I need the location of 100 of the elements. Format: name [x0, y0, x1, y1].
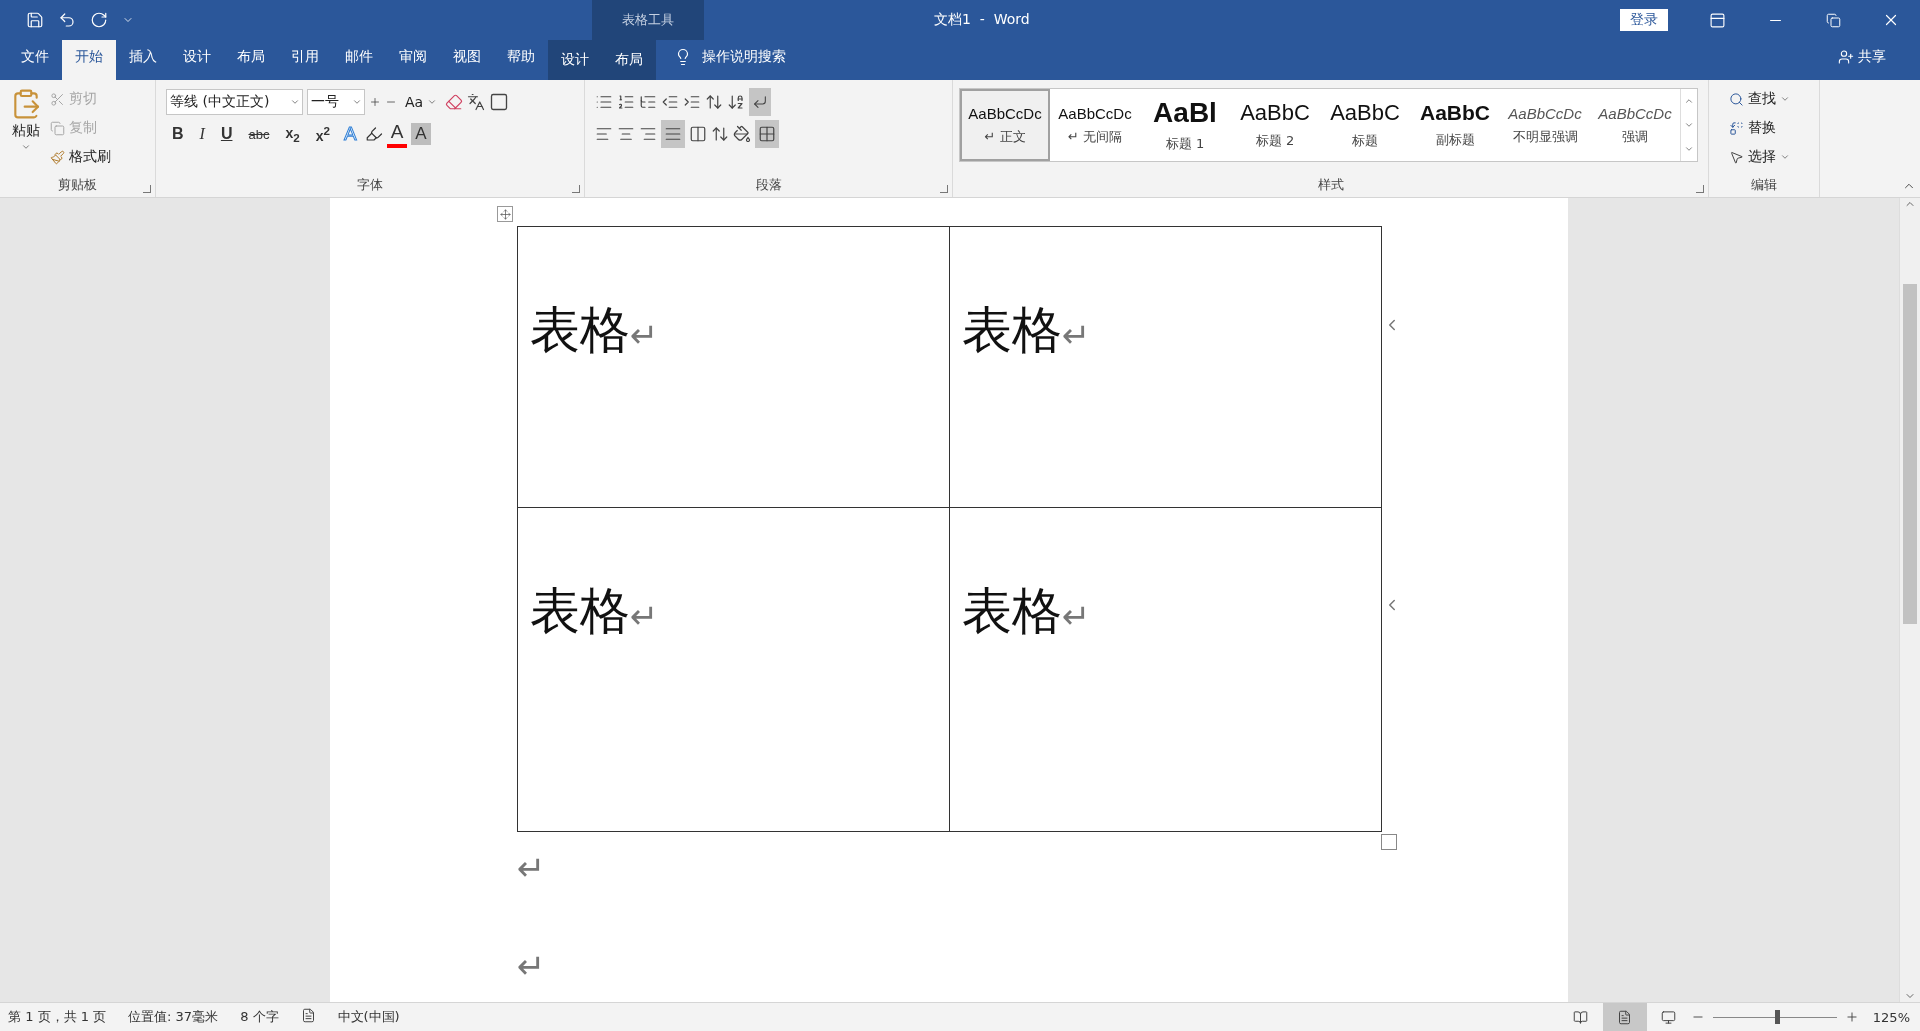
format-button[interactable]: x$^{2}$: [309, 120, 336, 148]
font-name-field[interactable]: 等线 (中文正文): [166, 89, 303, 115]
ribbon-tab[interactable]: 引用: [278, 40, 332, 73]
copy-icon: [50, 120, 65, 136]
eraser-icon[interactable]: [445, 93, 464, 111]
font-color-button[interactable]: A: [386, 120, 408, 148]
monitor-icon: [1661, 1009, 1677, 1025]
language: 中文(中国): [337, 1008, 400, 1026]
ribbon-tab[interactable]: 开始: [62, 40, 116, 80]
dialog-launcher-icon[interactable]: [940, 185, 948, 193]
more-styles-icon[interactable]: [1684, 144, 1694, 154]
caret-icon: [290, 97, 300, 107]
restore-icon[interactable]: [1825, 12, 1841, 28]
shading-icon[interactable]: [733, 125, 751, 143]
position-value: 位置值: 37毫米: [128, 1008, 219, 1026]
paragraph-mark: ↵: [517, 946, 547, 988]
table-resize-handle[interactable]: [1381, 834, 1397, 850]
undo-icon[interactable]: [58, 11, 76, 29]
caret-icon: [21, 142, 31, 152]
select-button[interactable]: 选择: [1725, 144, 1794, 170]
dialog-launcher-icon[interactable]: [1696, 185, 1704, 193]
ribbon-display-icon[interactable]: [1708, 11, 1726, 29]
scissors-icon: [50, 91, 65, 107]
paragraph-mark: ↵: [1062, 315, 1091, 355]
save-icon[interactable]: [26, 11, 44, 29]
align-center-icon[interactable]: [617, 125, 635, 143]
borders-button[interactable]: [755, 120, 779, 148]
person-icon: [1838, 48, 1854, 65]
ribbon-tab[interactable]: 设计: [548, 40, 602, 80]
ribbon-tab[interactable]: 审阅: [386, 40, 440, 73]
group-label: 编辑: [1751, 176, 1777, 194]
scroll-up-icon[interactable]: [1684, 96, 1694, 106]
page-count: 第 1 页，共 1 页: [8, 1008, 107, 1026]
decrease-indent-icon[interactable]: [661, 93, 679, 111]
scroll-down-icon[interactable]: [1684, 120, 1694, 130]
character-border-icon[interactable]: [489, 92, 510, 112]
paste-button[interactable]: 粘贴: [6, 86, 46, 175]
paintbrush-icon: [50, 149, 65, 165]
proofing-icon[interactable]: [300, 1008, 316, 1023]
bullets-icon[interactable]: [595, 93, 613, 111]
move-icon: [499, 208, 511, 220]
format-button[interactable]: x$_{2}$: [279, 120, 306, 148]
multilevel-list-icon[interactable]: [639, 93, 657, 111]
dialog-launcher-icon[interactable]: [572, 185, 580, 193]
grow-font-icon[interactable]: [369, 96, 381, 108]
paragraph-mark: ↵: [630, 596, 659, 636]
ribbon-tab[interactable]: 设计: [170, 40, 224, 73]
zoom-level[interactable]: 125%: [1872, 1009, 1910, 1025]
justify-button[interactable]: [661, 120, 685, 148]
ribbon-tab[interactable]: 视图: [440, 40, 494, 73]
login-button[interactable]: 登录: [1620, 9, 1668, 31]
character-shading-button[interactable]: A: [411, 123, 431, 145]
table-move-handle[interactable]: [497, 206, 513, 222]
caret-icon: [1780, 152, 1790, 162]
view-button[interactable]: [1602, 1003, 1647, 1031]
phonetic-guide-icon[interactable]: [467, 93, 486, 111]
redo-icon[interactable]: [90, 11, 108, 29]
page-icon: [1617, 1009, 1633, 1025]
find-button[interactable]: 查找: [1725, 86, 1794, 112]
format-painter-button[interactable]: 格式刷: [46, 144, 115, 170]
group-label: 样式: [1317, 176, 1344, 194]
window-title: 文档1 - Word: [934, 11, 1030, 29]
ribbon-tab[interactable]: 布局: [224, 40, 278, 73]
increase-indent-icon[interactable]: [683, 93, 701, 111]
numbering-icon[interactable]: [617, 93, 635, 111]
tell-me-search[interactable]: 操作说明搜索: [702, 47, 786, 66]
align-right-icon[interactable]: [639, 125, 657, 143]
ribbon-tab[interactable]: 文件: [8, 40, 62, 73]
ribbon-tab[interactable]: 帮助: [494, 40, 548, 73]
format-button[interactable]: abc: [242, 120, 276, 148]
style-item[interactable]: AaBbCcDc ↵ 正文: [960, 89, 1050, 161]
pointer-icon: [1729, 149, 1744, 165]
show-marks-button[interactable]: [749, 88, 771, 116]
ribbon-tab[interactable]: 邮件: [332, 40, 386, 73]
ribbon-tab[interactable]: 布局: [602, 40, 656, 80]
justify-icon: [664, 125, 682, 143]
dialog-launcher-icon[interactable]: [143, 185, 151, 193]
line-spacing-icon[interactable]: [711, 125, 729, 143]
font-size-field[interactable]: 一号: [307, 89, 365, 115]
align-left-icon[interactable]: [595, 125, 613, 143]
format-button[interactable]: I: [193, 120, 211, 148]
share-button[interactable]: 共享: [1832, 40, 1892, 73]
cell-text: 表格: [530, 301, 630, 359]
zoom-in-icon[interactable]: [1844, 1010, 1859, 1024]
ribbon-tab[interactable]: 插入: [116, 40, 170, 73]
search-icon: [1729, 91, 1744, 107]
paragraph-mark: ↵: [630, 315, 659, 355]
cell-text: 表格: [962, 582, 1062, 640]
text-direction-icon[interactable]: [705, 93, 723, 111]
distributed-icon[interactable]: [689, 125, 707, 143]
change-case-button[interactable]: Aa: [401, 89, 442, 115]
highlighter-icon[interactable]: [364, 125, 383, 143]
replace-button[interactable]: 替换: [1725, 115, 1794, 141]
zoom-thumb[interactable]: [1775, 1010, 1781, 1024]
format-button[interactable]: U: [214, 120, 239, 148]
context-label: 表格工具: [622, 11, 674, 29]
group-label: 剪贴板: [58, 176, 97, 194]
caret-icon: [1780, 94, 1790, 104]
format-button[interactable]: B: [166, 120, 190, 148]
sort-icon[interactable]: [727, 93, 745, 111]
